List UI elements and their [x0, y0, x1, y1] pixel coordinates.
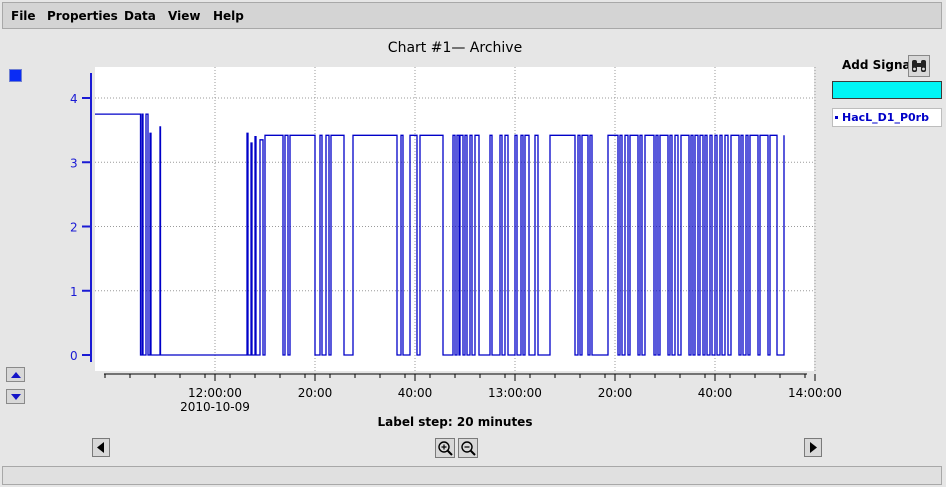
binoculars-icon: [912, 60, 926, 72]
x-tick-label: 20:00: [598, 386, 633, 400]
y-tick-label: 1: [70, 285, 78, 299]
signal-color-marker: [835, 115, 838, 119]
y-tick-label: 0: [70, 349, 78, 363]
chart-plot[interactable]: 0 1 2 3 4 12:00:002010-10-09 20:00 40:00 13:00:…: [0, 0, 946, 487]
triangle-left-icon: [97, 442, 104, 453]
add-signal-label: Add Signal: [842, 58, 915, 72]
status-bar: [2, 466, 942, 485]
x-axis: 12:00:002010-10-09 20:00 40:00 13:00:00 20:0…: [104, 373, 842, 414]
signal-list-item[interactable]: HacL_D1_P0rb: [835, 111, 929, 124]
zoom-in-button[interactable]: [435, 438, 455, 458]
x-tick-label: 40:00: [698, 386, 733, 400]
x-tick-sublabel: 2010-10-09: [180, 400, 250, 414]
y-tick-label: 3: [70, 156, 78, 170]
scroll-right-button[interactable]: [804, 438, 822, 457]
signal-search-input[interactable]: [832, 81, 942, 99]
zoom-out-icon: [461, 441, 476, 456]
x-tick-label: 12:00:00: [188, 386, 242, 400]
signal-name: HacL_D1_P0rb: [842, 111, 929, 124]
signal-list: HacL_D1_P0rb: [832, 108, 942, 127]
y-tick-label: 4: [70, 92, 78, 106]
y-axis: 0 1 2 3 4: [70, 73, 92, 363]
scroll-left-button[interactable]: [92, 438, 110, 457]
zoom-out-button[interactable]: [458, 438, 478, 458]
x-tick-label: 40:00: [398, 386, 433, 400]
x-tick-label: 20:00: [298, 386, 333, 400]
label-step: Label step: 20 minutes: [377, 415, 533, 429]
find-signal-button[interactable]: [908, 55, 930, 77]
y-tick-label: 2: [70, 221, 78, 235]
triangle-right-icon: [810, 442, 817, 453]
x-tick-label: 13:00:00: [488, 386, 542, 400]
zoom-in-icon: [438, 441, 453, 456]
x-tick-label: 14:00:00: [788, 386, 842, 400]
